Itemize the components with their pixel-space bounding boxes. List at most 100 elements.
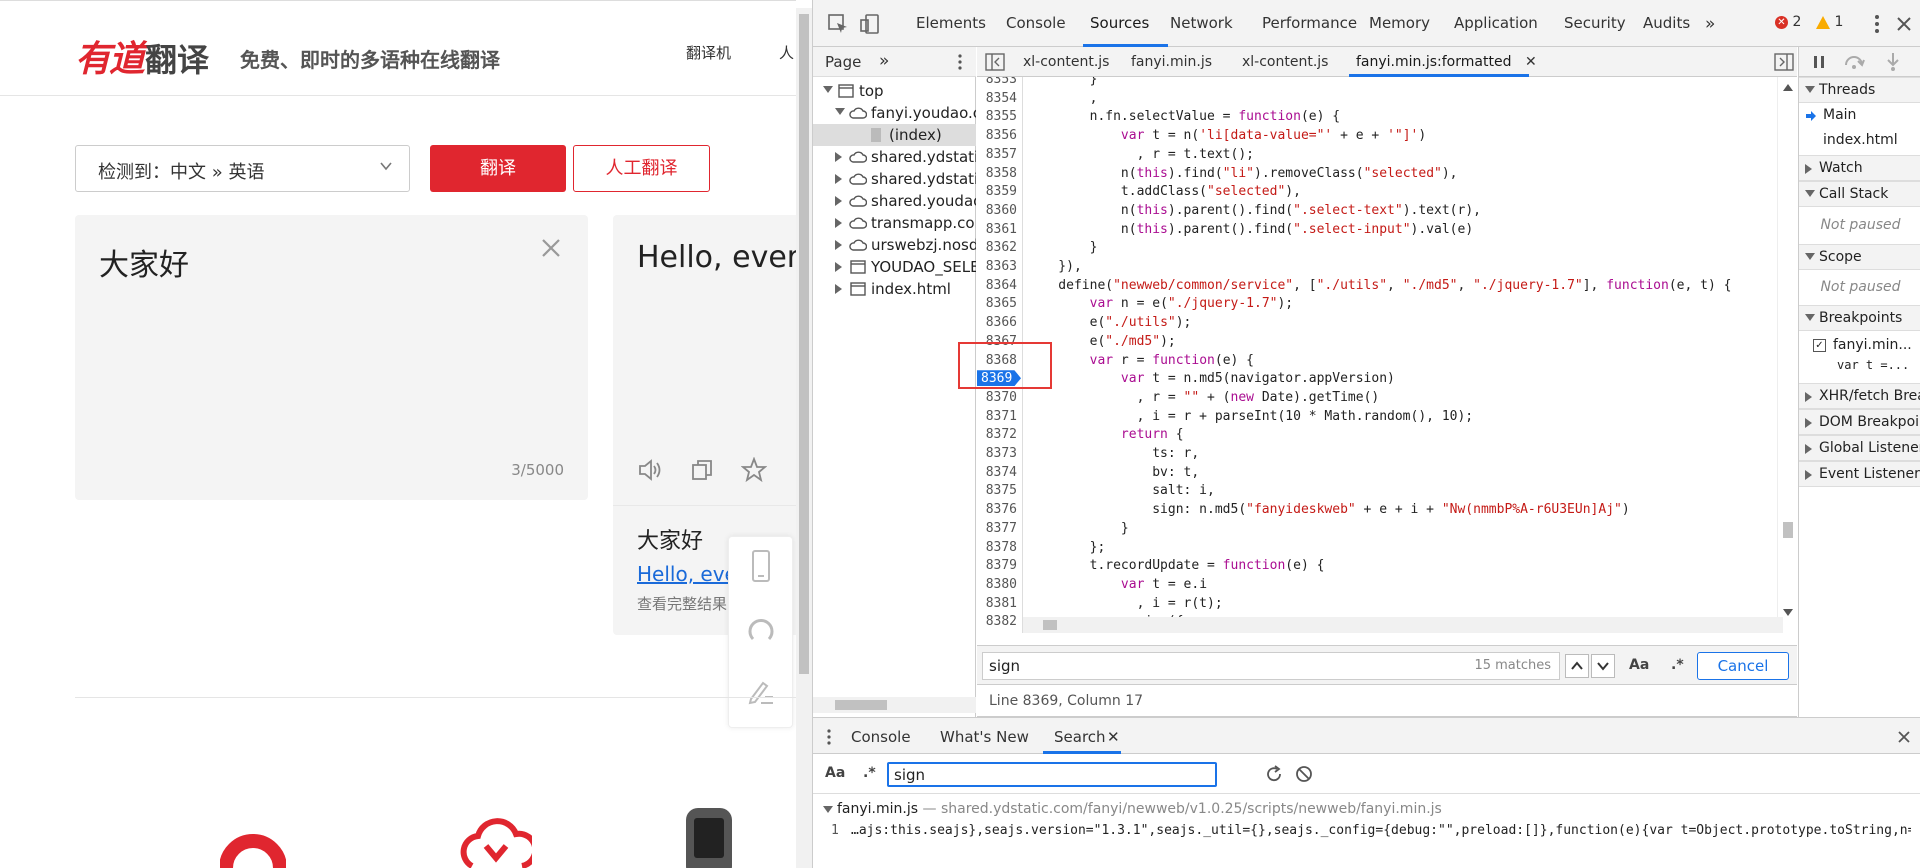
source-textarea[interactable]: 大家好 3/5000 bbox=[75, 215, 588, 500]
code-editor[interactable]: 8353 } 8354 , 8355 n.fn.selectValue = func… bbox=[977, 77, 1797, 633]
copy-icon[interactable] bbox=[689, 457, 715, 483]
cloud-note-icon[interactable] bbox=[460, 806, 532, 868]
code-line[interactable]: 8353 } bbox=[977, 77, 1777, 89]
inspect-icon[interactable] bbox=[827, 13, 849, 35]
navigator-more-icon[interactable]: » bbox=[879, 51, 889, 71]
line-number[interactable]: 8357 bbox=[977, 146, 1017, 164]
step-into-icon[interactable] bbox=[1885, 52, 1901, 72]
line-number[interactable]: 8383 bbox=[977, 632, 1017, 633]
regex-toggle[interactable]: .* bbox=[1671, 657, 1684, 673]
line-number[interactable]: 8370 bbox=[977, 389, 1017, 407]
refresh-icon[interactable] bbox=[1265, 765, 1283, 783]
expanded-icon[interactable] bbox=[823, 86, 833, 93]
code-line[interactable]: 8355 n.fn.selectValue = function(e) { bbox=[977, 108, 1777, 126]
more-results[interactable]: 查看完整结果 bbox=[637, 593, 727, 614]
code-line[interactable]: 8379 t.recordUpdate = function(e) { bbox=[977, 557, 1777, 575]
code-line[interactable]: 8364 define("newweb/common/service", [".… bbox=[977, 277, 1777, 295]
code-line[interactable]: 8368 var r = function(e) { bbox=[977, 352, 1777, 370]
collapsed-icon[interactable] bbox=[835, 262, 842, 272]
code-vscroll-thumb[interactable] bbox=[1783, 522, 1793, 538]
tab-memory[interactable]: Memory bbox=[1369, 14, 1430, 32]
line-number[interactable]: 8366 bbox=[977, 314, 1017, 332]
collapsed-icon[interactable] bbox=[835, 174, 842, 184]
app-logo-icon[interactable] bbox=[220, 806, 286, 868]
collapsed-icon[interactable] bbox=[835, 196, 842, 206]
find-previous-button[interactable] bbox=[1565, 654, 1589, 678]
close-tab-icon[interactable]: ✕ bbox=[1525, 54, 1537, 70]
nav-translator-device[interactable]: 翻译机 bbox=[686, 42, 731, 63]
tree-item[interactable]: transmapp.com bbox=[813, 212, 976, 234]
xhr-breakpoints-section[interactable]: XHR/fetch Breakpoints bbox=[1799, 383, 1920, 409]
more-tabs-icon[interactable]: » bbox=[1705, 14, 1715, 34]
tab-sources[interactable]: Sources bbox=[1090, 14, 1149, 32]
tab-audits[interactable]: Audits bbox=[1643, 14, 1690, 32]
toggle-debugger-icon[interactable] bbox=[1774, 53, 1794, 71]
watch-section[interactable]: Watch bbox=[1799, 155, 1920, 181]
match-case-toggle[interactable]: Aa bbox=[1629, 657, 1649, 673]
dict-link[interactable]: Hello, eve bbox=[637, 562, 737, 586]
tree-item[interactable]: shared.youdao.com bbox=[813, 190, 976, 212]
line-number[interactable]: 8382 bbox=[977, 613, 1017, 631]
device-toggle-icon[interactable] bbox=[859, 13, 881, 35]
collapsed-icon[interactable] bbox=[835, 284, 842, 294]
drawer-menu-icon[interactable] bbox=[823, 728, 835, 746]
close-search-tab-icon[interactable]: ✕ bbox=[1107, 728, 1120, 746]
search-result-line[interactable]: 1 …ajs:this.seajs},seajs.version="1.3.1",… bbox=[831, 823, 1911, 838]
search-match-case-toggle[interactable]: Aa bbox=[825, 765, 845, 781]
kebab-menu-icon[interactable] bbox=[1866, 13, 1888, 35]
translator-device-icon[interactable] bbox=[682, 806, 736, 868]
line-number[interactable]: 8379 bbox=[977, 557, 1017, 575]
code-line[interactable]: 8380 var t = e.i bbox=[977, 576, 1777, 594]
line-number[interactable]: 8363 bbox=[977, 258, 1017, 276]
code-hscroll-thumb[interactable] bbox=[1043, 620, 1057, 630]
code-line[interactable]: 8366 e("./utils"); bbox=[977, 314, 1777, 332]
code-line[interactable]: 8358 n(this).find("li").removeClass("sel… bbox=[977, 165, 1777, 183]
language-select[interactable]: 检测到：中文 » 英语 bbox=[75, 145, 410, 192]
line-number[interactable]: 8372 bbox=[977, 426, 1017, 444]
code-horizontal-scrollbar[interactable] bbox=[1023, 617, 1783, 633]
code-line[interactable]: 8372 return { bbox=[977, 426, 1777, 444]
collapsed-icon[interactable] bbox=[835, 152, 842, 162]
close-drawer-icon[interactable] bbox=[1896, 729, 1912, 745]
line-number[interactable]: 8381 bbox=[977, 595, 1017, 613]
code-line[interactable]: 8370 , r = "" + (new Date).getTime() bbox=[977, 389, 1777, 407]
find-cancel-button[interactable]: Cancel bbox=[1697, 652, 1789, 680]
find-input[interactable]: sign 15 matches bbox=[982, 652, 1560, 680]
editor-tab-fanyi-min[interactable]: fanyi.min.js bbox=[1131, 54, 1212, 70]
code-line[interactable]: 8375 salt: i, bbox=[977, 482, 1777, 500]
nav-human[interactable]: 人 bbox=[779, 42, 794, 63]
line-number[interactable]: 8376 bbox=[977, 501, 1017, 519]
line-number[interactable]: 8371 bbox=[977, 408, 1017, 426]
line-number[interactable]: 8355 bbox=[977, 108, 1017, 126]
code-line[interactable]: 8359 t.addClass("selected"), bbox=[977, 183, 1777, 201]
search-input[interactable]: sign bbox=[887, 762, 1217, 787]
star-icon[interactable] bbox=[741, 457, 767, 483]
code-line[interactable]: 8374 bv: t, bbox=[977, 464, 1777, 482]
code-line[interactable]: 8371 , i = r + parseInt(10 * Math.random… bbox=[977, 408, 1777, 426]
tree-item[interactable]: shared.ydstatic.com bbox=[813, 168, 976, 190]
code-line[interactable]: 8373 ts: r, bbox=[977, 445, 1777, 463]
tree-item[interactable]: (index) bbox=[813, 124, 976, 146]
code-line[interactable]: 8378 }; bbox=[977, 539, 1777, 557]
speaker-icon[interactable] bbox=[637, 457, 663, 483]
thread-main[interactable]: Main bbox=[1799, 107, 1920, 123]
collapsed-icon[interactable] bbox=[835, 240, 842, 250]
tree-item[interactable]: fanyi.youdao.com bbox=[813, 102, 976, 124]
line-number[interactable]: 8353 bbox=[977, 77, 1017, 89]
line-number[interactable]: 8362 bbox=[977, 239, 1017, 257]
breakpoint-fanyi[interactable]: ✓ fanyi.min... bbox=[1799, 337, 1920, 353]
find-next-button[interactable] bbox=[1591, 654, 1615, 678]
tab-security[interactable]: Security bbox=[1564, 14, 1626, 32]
line-number[interactable]: 8373 bbox=[977, 445, 1017, 463]
tab-performance[interactable]: Performance bbox=[1262, 14, 1357, 32]
line-number[interactable]: 8378 bbox=[977, 539, 1017, 557]
line-number[interactable]: 8374 bbox=[977, 464, 1017, 482]
scroll-up-icon[interactable] bbox=[1783, 83, 1793, 91]
scope-section[interactable]: Scope bbox=[1799, 244, 1920, 270]
event-listener-breakpoints-section[interactable]: Event Listener Breakpoints bbox=[1799, 461, 1920, 487]
threads-section[interactable]: Threads bbox=[1799, 77, 1920, 103]
step-over-icon[interactable] bbox=[1843, 54, 1865, 70]
search-result-file[interactable]: fanyi.min.js — shared.ydstatic.com/fanyi… bbox=[823, 801, 1442, 817]
navigator-scrollbar[interactable] bbox=[813, 697, 976, 713]
tree-item[interactable]: shared.ydstatic.com bbox=[813, 146, 976, 168]
